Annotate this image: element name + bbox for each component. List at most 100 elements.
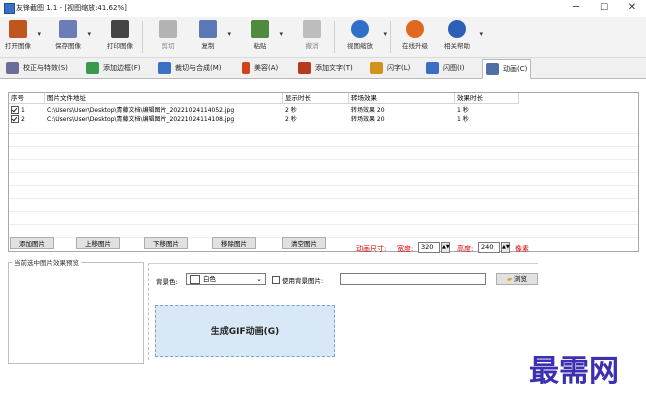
title-bar: 友锋截图 1.1 - [视图缩放:41.62%] ─ ☐ ✕	[0, 0, 646, 16]
animation-icon	[486, 63, 499, 75]
width-spin-button[interactable]: ▲▼	[441, 242, 450, 253]
help-label: 相关帮助	[444, 42, 470, 50]
row-duration: 2 秒	[285, 107, 297, 114]
background-color-select[interactable]: 白色 ⌄	[186, 273, 266, 285]
grid-line	[9, 211, 638, 212]
row-effect: 转场效果 20	[351, 116, 385, 123]
use-background-image-checkbox[interactable]: 使用背景图片:	[272, 275, 323, 285]
move-down-button[interactable]: 下移图片	[144, 237, 188, 249]
browse-button[interactable]: ▰ 浏览	[496, 273, 538, 285]
row-index-cell: 1	[9, 106, 45, 115]
crop-icon	[158, 62, 171, 74]
chevron-down-icon[interactable]: ▾	[37, 30, 41, 38]
image-list-table[interactable]: 序号 图片文件地址 显示时长 转场效果 效果时长 1 C:\Users\User…	[8, 92, 639, 252]
copy-button[interactable]: 复制 ▾	[192, 19, 231, 55]
clear-images-button[interactable]: 清空图片	[282, 237, 326, 249]
tab-label: 美容(A)	[254, 64, 279, 72]
open-image-button[interactable]: 打开图像 ▾	[2, 19, 41, 55]
undo-button[interactable]: 撤消	[296, 19, 328, 55]
tab-animation[interactable]: 动画(C)	[482, 59, 532, 79]
preview-title: 当前选中图片效果预览	[12, 257, 81, 267]
use-background-image-label: 使用背景图片:	[282, 277, 324, 285]
paste-button[interactable]: 粘贴 ▾	[244, 19, 283, 55]
tab-flash-text[interactable]: 闪字(L)	[370, 60, 410, 76]
zoom-icon	[351, 20, 369, 38]
chevron-down-icon[interactable]: ▾	[87, 30, 91, 38]
grid-line	[9, 146, 638, 147]
print-image-label: 打印图像	[107, 42, 133, 50]
chevron-down-icon[interactable]: ▾	[383, 30, 387, 38]
toolbar: 打开图像 ▾ 保存图像 ▾ 打印图像 剪切 复制 ▾ 粘贴 ▾ 撤消 视图缩放 …	[0, 17, 646, 58]
grid-line	[9, 224, 638, 225]
column-header-effect[interactable]: 转场效果	[349, 93, 455, 104]
generate-gif-button[interactable]: 生成GIF动画(G)	[155, 305, 335, 357]
background-color-value: 白色	[203, 275, 216, 283]
save-image-icon	[59, 20, 77, 38]
height-spin-button[interactable]: ▲▼	[501, 242, 510, 253]
open-image-label: 打开图像	[5, 42, 31, 50]
tab-label: 添加边框(F)	[103, 64, 141, 72]
flash-image-icon	[426, 62, 439, 74]
zoom-button[interactable]: 视图缩放 ▾	[340, 19, 387, 55]
tab-beauty[interactable]: 美容(A)	[242, 60, 278, 76]
print-image-button[interactable]: 打印图像	[104, 19, 136, 55]
print-icon	[111, 20, 129, 38]
tab-label: 裁切与合成(M)	[175, 64, 222, 72]
copy-label: 复制	[201, 42, 215, 50]
animation-size-label: 动画尺寸:	[356, 245, 387, 253]
tab-label: 动画(C)	[503, 65, 528, 73]
width-input[interactable]: 320	[418, 242, 440, 253]
row-duration: 2 秒	[285, 116, 297, 123]
column-header-effect-duration[interactable]: 效果时长	[455, 93, 519, 104]
save-image-button[interactable]: 保存图像 ▾	[52, 19, 91, 55]
cut-button[interactable]: 剪切	[152, 19, 184, 55]
column-header-index[interactable]: 序号	[9, 93, 45, 104]
row-index: 1	[21, 107, 25, 114]
chevron-down-icon[interactable]: ⌄	[256, 274, 262, 284]
cut-icon	[159, 20, 177, 38]
undo-label: 撤消	[305, 42, 319, 50]
help-button[interactable]: 相关帮助 ▾	[438, 19, 483, 55]
remove-image-button[interactable]: 移除图片	[212, 237, 256, 249]
tab-flash-image[interactable]: 闪图(I)	[426, 60, 465, 76]
folder-icon: ▰	[506, 275, 512, 283]
tab-label: 校正与特效(S)	[23, 64, 68, 72]
tab-label: 添加文字(T)	[315, 64, 353, 72]
tab-text[interactable]: 添加文字(T)	[298, 60, 353, 76]
column-header-path[interactable]: 图片文件地址	[45, 93, 283, 104]
toolbar-separator	[142, 21, 143, 53]
toolbar-separator	[334, 21, 335, 53]
cut-label: 剪切	[161, 42, 175, 50]
window-title: 友锋截图 1.1 - [视图缩放:41.62%]	[16, 4, 127, 12]
chevron-down-icon[interactable]: ▾	[479, 30, 483, 38]
height-label: 高度:	[457, 245, 474, 253]
upgrade-button[interactable]: 在线升级	[396, 19, 434, 55]
row-index: 2	[21, 116, 25, 123]
column-header-duration[interactable]: 显示时长	[283, 93, 349, 104]
height-input[interactable]: 240	[478, 242, 500, 253]
maximize-button[interactable]: ☐	[592, 1, 616, 15]
browse-label: 浏览	[514, 275, 528, 283]
tab-border[interactable]: 添加边框(F)	[86, 60, 141, 76]
close-button[interactable]: ✕	[620, 1, 644, 15]
zoom-label: 视图缩放	[347, 42, 373, 50]
chevron-down-icon[interactable]: ▾	[279, 30, 283, 38]
chevron-down-icon[interactable]: ▾	[227, 30, 231, 38]
grid-line	[9, 133, 638, 134]
grid-line	[9, 159, 638, 160]
move-up-button[interactable]: 上移图片	[76, 237, 120, 249]
open-image-icon	[9, 20, 27, 38]
minimize-button[interactable]: ─	[564, 1, 588, 15]
upgrade-label: 在线升级	[402, 42, 428, 50]
tab-effects[interactable]: 校正与特效(S)	[6, 60, 68, 76]
add-image-button[interactable]: 添加图片	[10, 237, 54, 249]
row-checkbox[interactable]	[11, 106, 19, 114]
row-checkbox[interactable]	[11, 115, 19, 123]
row-effect: 转场效果 20	[351, 107, 385, 114]
grid-line	[9, 198, 638, 199]
paste-label: 粘贴	[253, 42, 267, 50]
tab-crop[interactable]: 裁切与合成(M)	[158, 60, 222, 76]
background-image-path-input[interactable]	[340, 273, 486, 285]
save-image-label: 保存图像	[55, 42, 81, 50]
checkbox-box[interactable]	[272, 276, 280, 284]
